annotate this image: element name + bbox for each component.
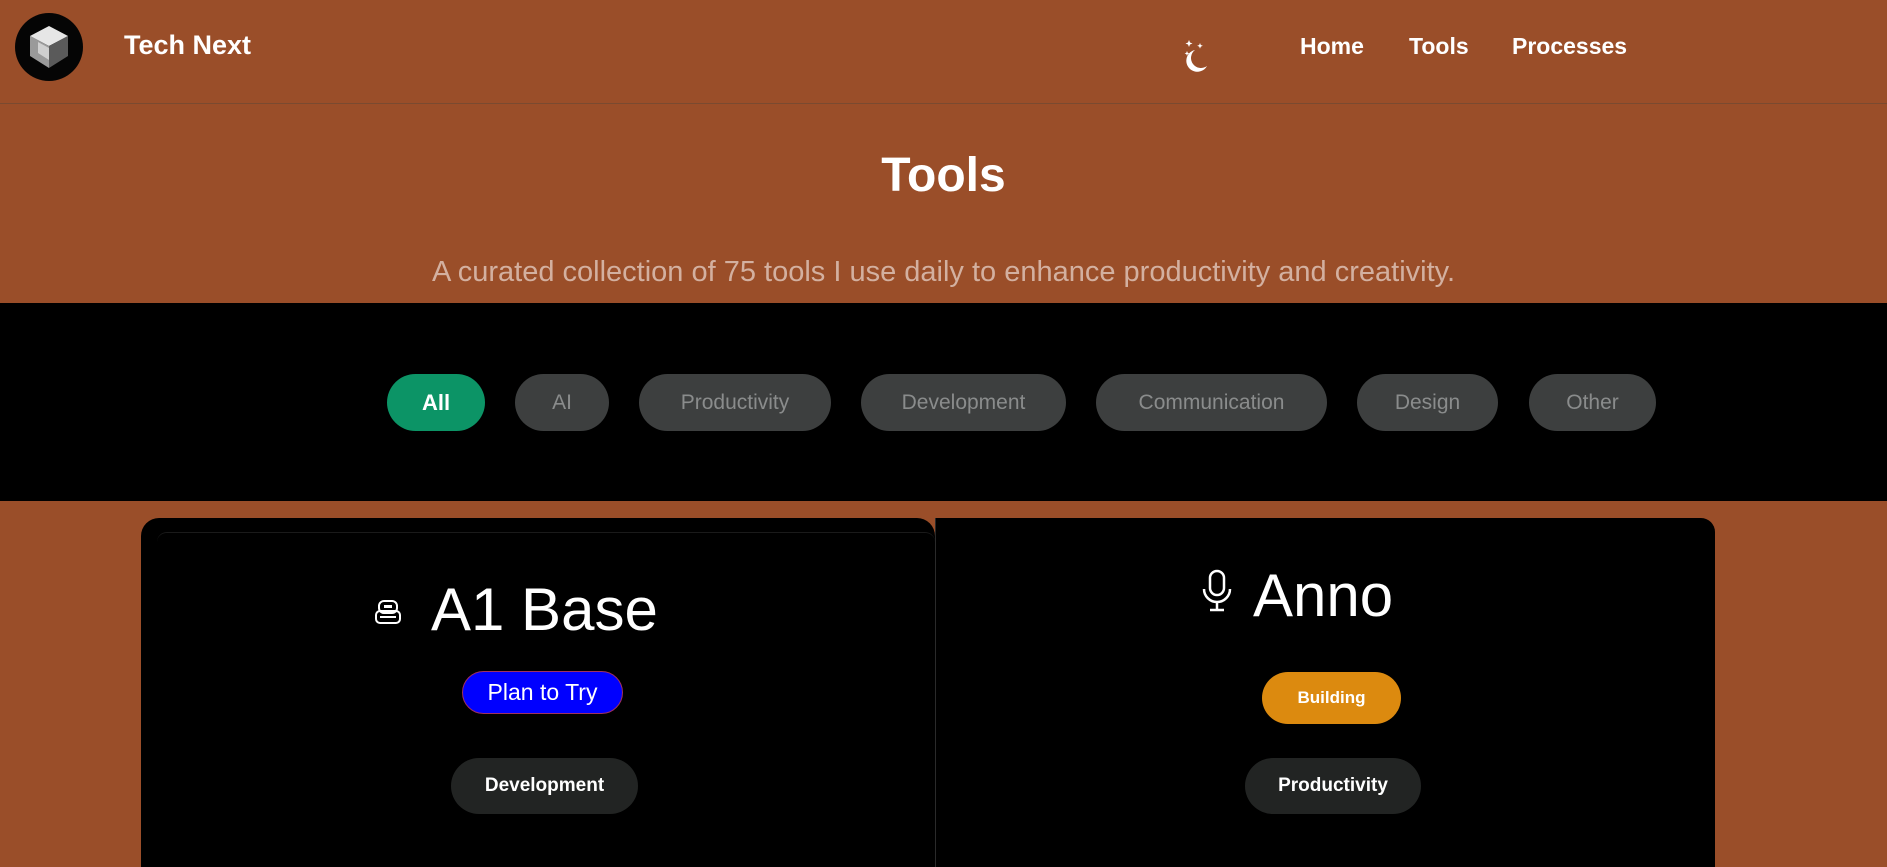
card-tab-decoration <box>157 532 935 563</box>
navbar: Tech Next Home Tools Processes <box>0 0 1887 104</box>
brand-name[interactable]: Tech Next <box>124 30 251 61</box>
filter-communication[interactable]: Communication <box>1096 374 1327 431</box>
microphone-icon <box>1199 569 1235 613</box>
tool-name: Anno <box>1253 562 1394 629</box>
filter-ai[interactable]: AI <box>515 374 609 431</box>
filter-development[interactable]: Development <box>861 374 1066 431</box>
tool-name: A1 Base <box>431 576 658 643</box>
filter-other[interactable]: Other <box>1529 374 1656 431</box>
category-tag[interactable]: Development <box>451 758 638 814</box>
nav-tools[interactable]: Tools <box>1409 33 1469 60</box>
category-tag[interactable]: Productivity <box>1245 758 1421 814</box>
status-badge: Building <box>1262 672 1401 724</box>
filter-design[interactable]: Design <box>1357 374 1498 431</box>
filter-productivity[interactable]: Productivity <box>639 374 831 431</box>
category-filter-bar: All AI Productivity Development Communic… <box>0 303 1887 501</box>
robot-icon <box>373 597 403 629</box>
page-title: Tools <box>881 149 1006 202</box>
page-subtitle: A curated collection of 75 tools I use d… <box>431 256 1456 288</box>
nav-processes[interactable]: Processes <box>1512 33 1627 60</box>
cube-logo-icon[interactable] <box>15 13 83 81</box>
filter-all[interactable]: All <box>387 374 485 431</box>
moon-stars-icon[interactable] <box>1181 38 1213 74</box>
status-badge: Plan to Try <box>462 671 623 714</box>
nav-home[interactable]: Home <box>1300 33 1364 60</box>
